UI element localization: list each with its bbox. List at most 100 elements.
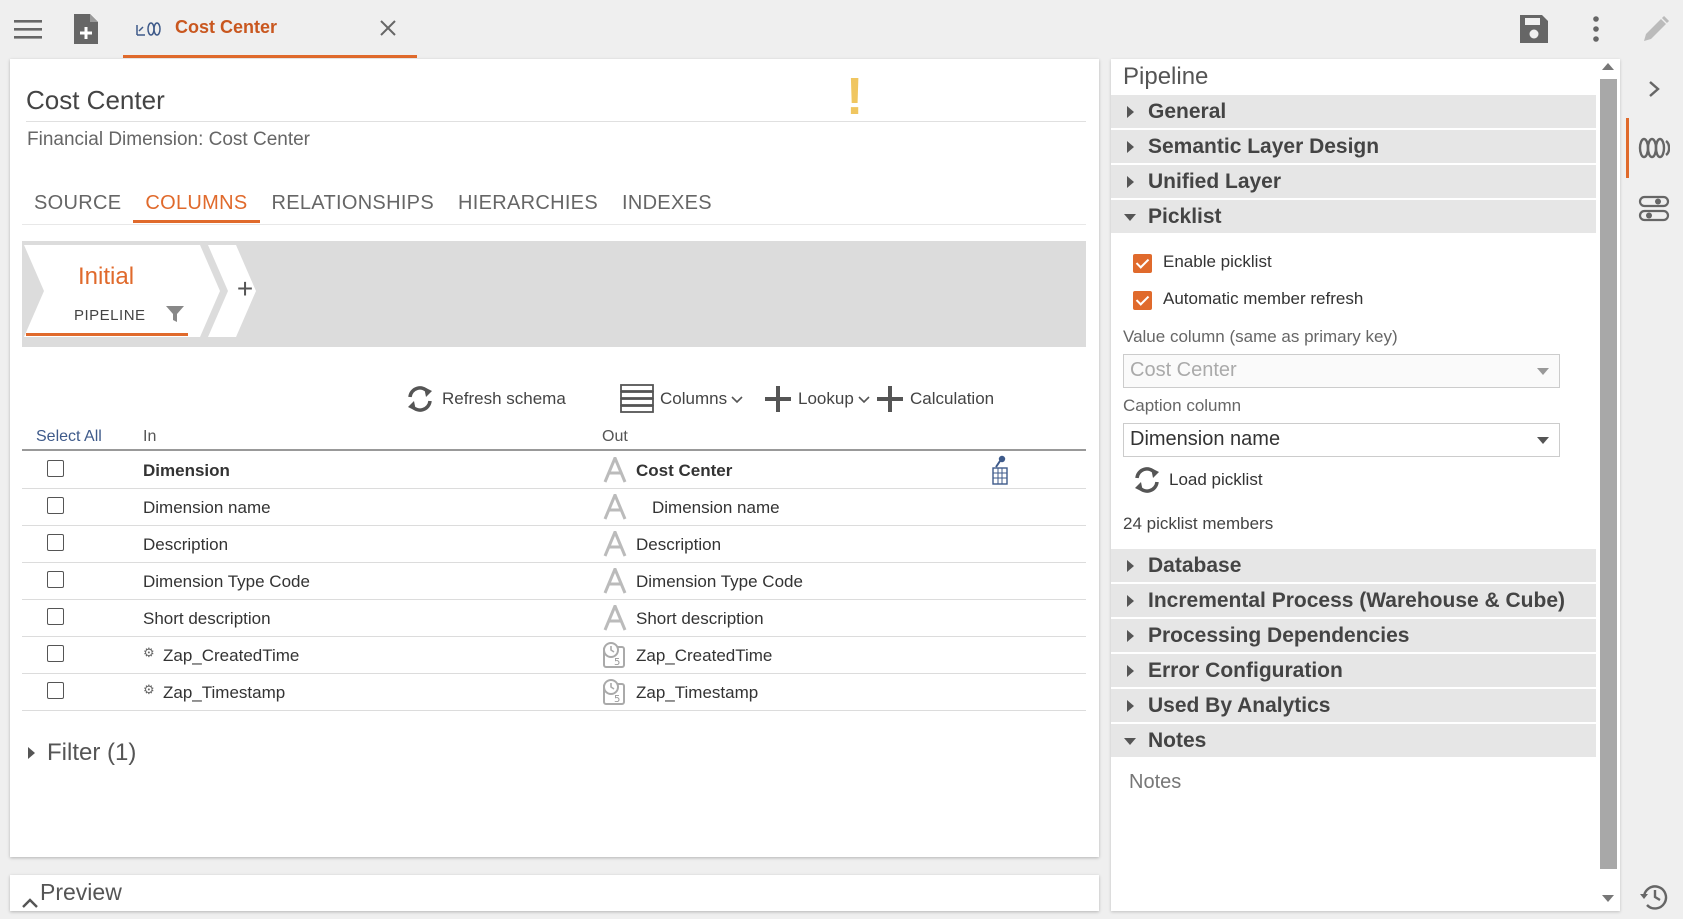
output-column-name[interactable]: Short description: [636, 609, 764, 629]
page-subtitle: Financial Dimension: Cost Center: [27, 129, 311, 150]
select-all-link[interactable]: Select All: [36, 428, 102, 446]
close-icon[interactable]: [377, 17, 399, 39]
row-checkbox[interactable]: [47, 497, 64, 514]
add-stage-button[interactable]: +: [230, 273, 260, 305]
tab-hierarchies[interactable]: HIERARCHIES: [446, 185, 610, 223]
enable-picklist-checkbox[interactable]: [1133, 254, 1152, 273]
pipeline-stage-initial[interactable]: Initial PIPELINE: [24, 245, 256, 341]
section-processing-dependencies[interactable]: Processing Dependencies: [1111, 619, 1596, 653]
output-column-name[interactable]: Zap_Timestamp: [636, 683, 758, 703]
menu-icon[interactable]: [12, 12, 44, 46]
table-row[interactable]: ⚙ Zap_CreatedTime 5 Zap_CreatedTime: [22, 637, 1086, 674]
scroll-up-arrow-icon[interactable]: [1602, 63, 1614, 70]
refresh-icon: [1131, 464, 1163, 496]
row-checkbox[interactable]: [47, 682, 64, 699]
table-row[interactable]: Dimension Cost Center: [22, 452, 1086, 489]
more-vertical-icon[interactable]: [1580, 12, 1612, 46]
input-column-name: Description: [143, 535, 229, 554]
column-header-in: In: [143, 428, 157, 445]
tab-relationships[interactable]: RELATIONSHIPS: [260, 185, 446, 223]
row-checkbox[interactable]: [47, 460, 64, 477]
history-icon[interactable]: [1636, 880, 1672, 914]
input-column-name: Dimension name: [143, 498, 271, 517]
datetime-type-icon: 5: [602, 678, 628, 706]
save-icon[interactable]: [1518, 12, 1550, 46]
row-checkbox[interactable]: [47, 571, 64, 588]
expand-arrow-icon: [1127, 665, 1134, 677]
tab-title: Cost Center: [175, 17, 278, 37]
section-error-configuration[interactable]: Error Configuration: [1111, 654, 1596, 688]
table-row[interactable]: Short description Short description: [22, 600, 1086, 637]
lookup-label: Lookup: [798, 389, 854, 408]
chevron-right-icon[interactable]: [1636, 72, 1672, 106]
output-column-name[interactable]: Zap_CreatedTime: [636, 646, 772, 666]
input-column-name: Short description: [143, 609, 271, 628]
tab-indexes[interactable]: INDEXES: [610, 185, 724, 223]
calculation-button[interactable]: Calculation: [876, 379, 994, 419]
chevron-up-icon: [22, 887, 38, 908]
tab-columns[interactable]: COLUMNS: [133, 185, 260, 223]
warning-icon[interactable]: !: [846, 71, 863, 123]
caption-column-label: Caption column: [1123, 396, 1242, 415]
enable-picklist-label: Enable picklist: [1163, 252, 1272, 271]
scrollbar-thumb[interactable]: [1600, 79, 1617, 869]
section-label: Incremental Process (Warehouse & Cube): [1148, 589, 1566, 612]
stage-name: Initial: [78, 263, 135, 290]
load-picklist-button[interactable]: Load picklist: [1131, 464, 1263, 496]
section-unified-layer[interactable]: Unified Layer: [1111, 165, 1596, 199]
filter-icon[interactable]: [166, 305, 186, 325]
tab-source[interactable]: SOURCE: [22, 185, 133, 223]
load-picklist-label: Load picklist: [1169, 470, 1263, 489]
notes-textarea[interactable]: Notes: [1129, 771, 1181, 794]
table-row[interactable]: Description Description: [22, 526, 1086, 563]
pipeline-icon[interactable]: [1636, 131, 1672, 165]
chevron-down-icon: [858, 389, 870, 409]
lookup-dropdown[interactable]: Lookup: [764, 379, 870, 419]
section-label: General: [1148, 100, 1227, 123]
value-column-label: Value column (same as primary key): [1123, 327, 1398, 346]
properties-scrollbar[interactable]: [1597, 59, 1620, 911]
table-row[interactable]: ⚙ Zap_Timestamp 5 Zap_Timestamp: [22, 674, 1086, 711]
section-incremental-process[interactable]: Incremental Process (Warehouse & Cube): [1111, 584, 1596, 618]
main-panel: Cost Center ! Financial Dimension: Cost …: [10, 59, 1099, 857]
output-column-name[interactable]: Cost Center: [636, 461, 732, 481]
row-checkbox[interactable]: [47, 645, 64, 662]
section-used-by-analytics[interactable]: Used By Analytics: [1111, 689, 1596, 723]
picklist-member-count: 24 picklist members: [1123, 514, 1274, 533]
section-picklist[interactable]: Picklist: [1111, 200, 1596, 234]
output-column-name[interactable]: Dimension Type Code: [636, 572, 803, 592]
scroll-down-arrow-icon[interactable]: [1602, 895, 1614, 902]
row-checkbox[interactable]: [47, 534, 64, 551]
primary-key-icon[interactable]: [990, 454, 1010, 486]
row-checkbox[interactable]: [47, 608, 64, 625]
preview-panel[interactable]: Preview: [10, 875, 1099, 911]
calculation-label: Calculation: [910, 389, 995, 408]
caption-column-select[interactable]: Dimension name: [1123, 423, 1560, 457]
new-document-icon[interactable]: [70, 12, 102, 46]
output-column-name[interactable]: Dimension name: [652, 498, 780, 518]
column-header-out: Out: [602, 428, 628, 445]
document-tab[interactable]: Cost Center: [123, 0, 417, 58]
input-column-name: Dimension: [143, 461, 230, 480]
output-column-name[interactable]: Description: [636, 535, 721, 555]
settings-sliders-icon[interactable]: [1636, 192, 1672, 226]
section-label: Notes: [1148, 729, 1207, 752]
filter-label: Filter (1): [47, 739, 137, 766]
section-label: Used By Analytics: [1148, 694, 1331, 717]
section-database[interactable]: Database: [1111, 549, 1596, 583]
table-row[interactable]: Dimension name Dimension name: [22, 489, 1086, 526]
section-general[interactable]: General: [1111, 95, 1596, 129]
filter-section-toggle[interactable]: Filter (1): [28, 739, 136, 767]
automatic-member-refresh-checkbox[interactable]: [1133, 291, 1152, 310]
collapse-arrow-icon: [1124, 214, 1136, 221]
section-semantic-layer-design[interactable]: Semantic Layer Design: [1111, 130, 1596, 164]
system-gear-icon: ⚙: [143, 645, 155, 660]
refresh-schema-button[interactable]: Refresh schema: [404, 379, 566, 419]
table-row[interactable]: Dimension Type Code Dimension Type Code: [22, 563, 1086, 600]
refresh-icon: [404, 383, 436, 415]
columns-dropdown[interactable]: Columns: [620, 379, 743, 419]
section-label: Processing Dependencies: [1148, 624, 1410, 647]
expand-arrow-icon: [1127, 560, 1134, 572]
edit-pencil-icon[interactable]: [1640, 12, 1672, 46]
section-notes[interactable]: Notes: [1111, 724, 1596, 758]
